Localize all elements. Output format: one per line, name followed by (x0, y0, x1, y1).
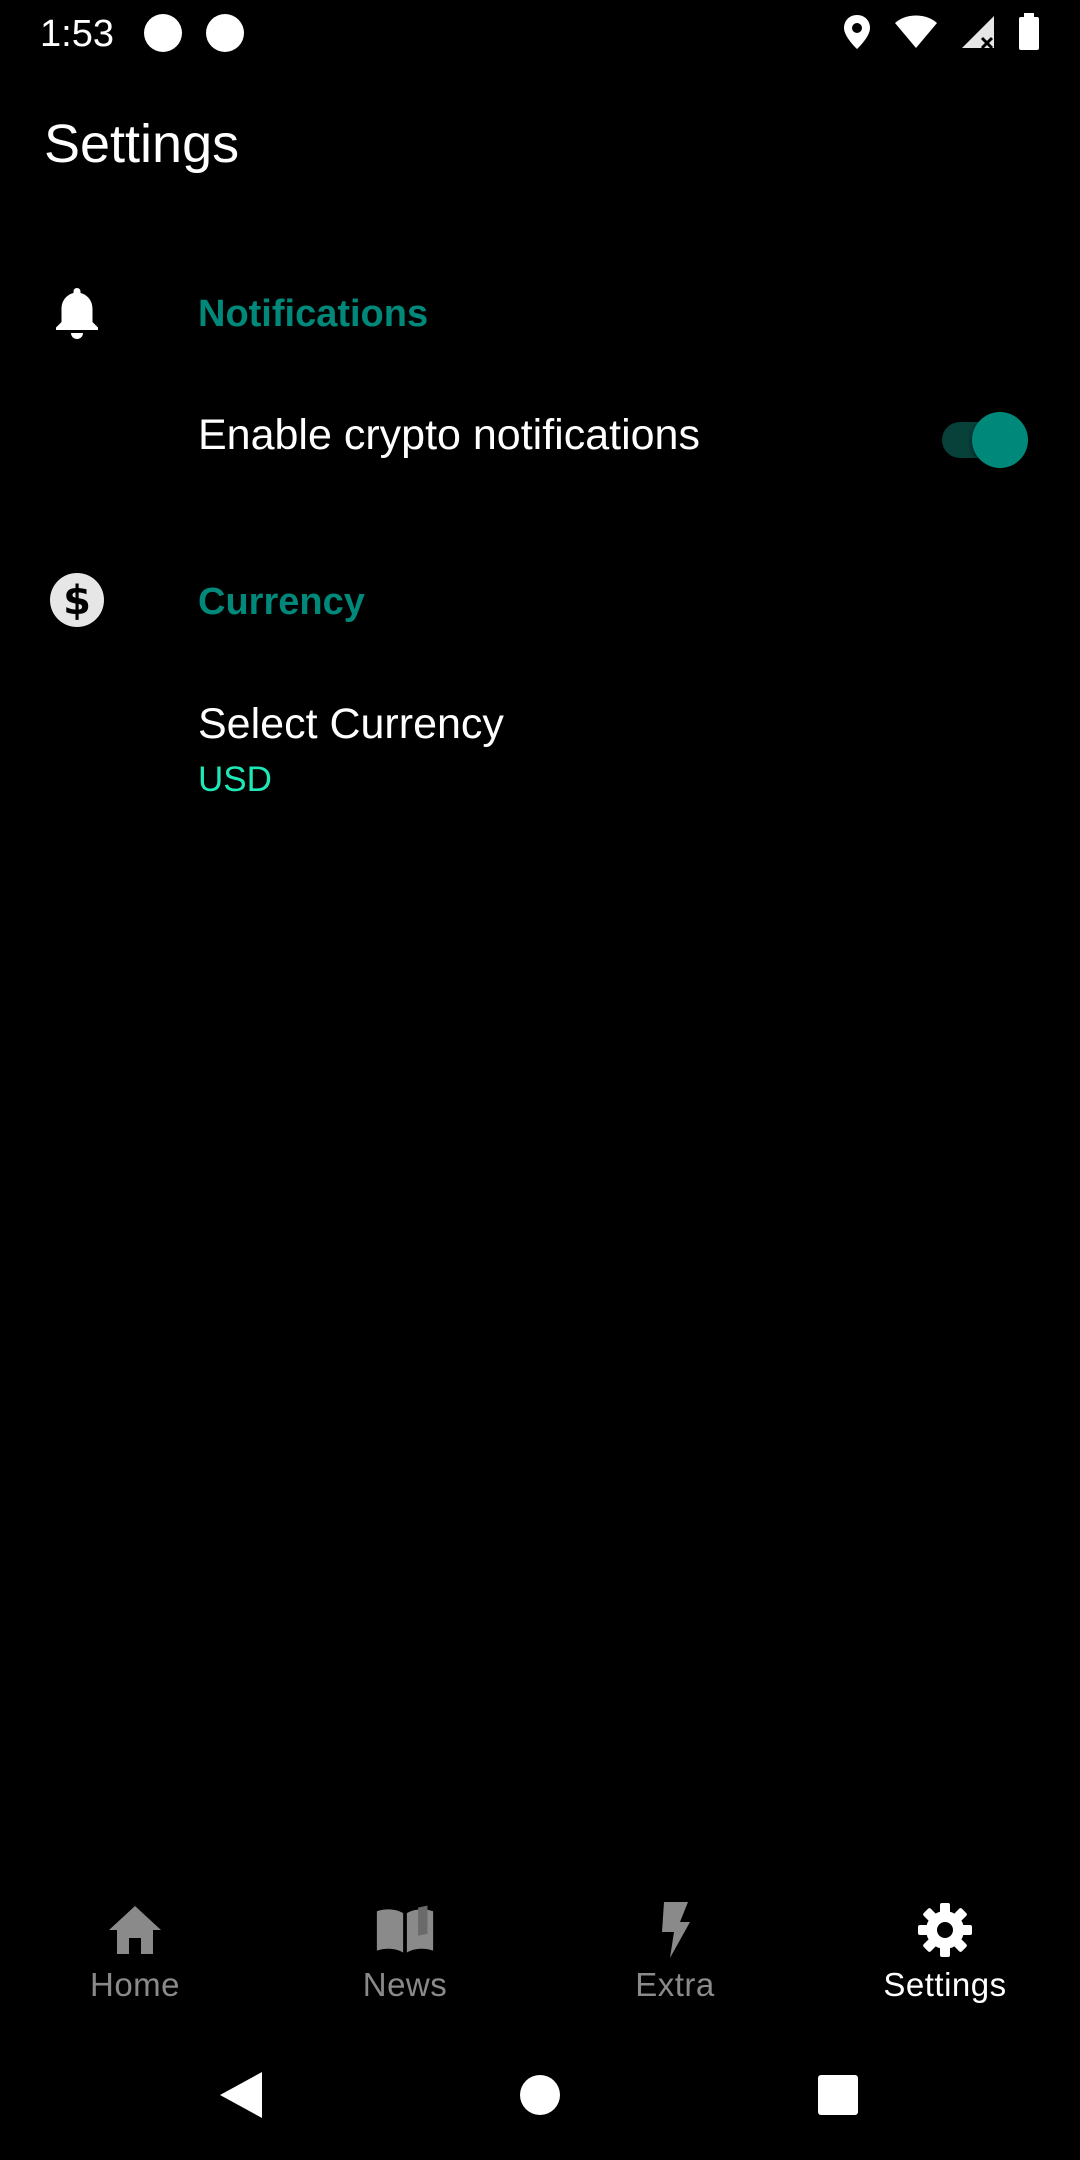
wifi-icon (894, 15, 938, 54)
section-title-notifications: Notifications (198, 293, 429, 335)
nav-label-home: Home (89, 1966, 181, 2003)
nav-item-settings[interactable]: Settings (810, 1880, 1080, 2030)
selected-currency-value: USD (198, 760, 272, 799)
nav-item-extra[interactable]: Extra (540, 1880, 810, 2030)
location-icon (842, 13, 872, 56)
home-icon (105, 1900, 165, 1960)
enable-notifications-label[interactable]: Enable crypto notifications (198, 408, 700, 462)
battery-icon (1018, 12, 1040, 56)
gear-icon (915, 1900, 975, 1960)
back-icon[interactable] (214, 2068, 268, 2122)
nav-item-home[interactable]: Home (0, 1880, 270, 2030)
section-title-currency: Currency (198, 581, 365, 623)
page-title: Settings (44, 114, 240, 174)
book-icon (375, 1900, 435, 1960)
nav-item-news[interactable]: News (270, 1880, 540, 2030)
svg-text:$: $ (63, 578, 91, 624)
nav-label-news: News (362, 1966, 448, 2003)
home-circle-icon[interactable] (513, 2068, 567, 2122)
status-time: 1:53 (40, 13, 114, 55)
recents-icon[interactable] (811, 2068, 865, 2122)
notification-dot-icon (144, 14, 182, 52)
notifications-toggle[interactable] (936, 408, 1028, 468)
notification-dot-icon (206, 14, 244, 52)
toggle-thumb (972, 412, 1028, 468)
nav-label-extra: Extra (635, 1966, 715, 2003)
bolt-icon (645, 1900, 705, 1960)
dollar-circle-icon: $ (48, 571, 106, 629)
select-currency-label[interactable]: Select Currency (198, 697, 504, 751)
signal-icon (960, 14, 996, 55)
nav-label-settings: Settings (883, 1966, 1007, 2003)
system-navigation-bar (0, 2050, 1080, 2140)
bottom-navigation: Home News Extra Settings (0, 1880, 1080, 2030)
bell-icon (48, 283, 106, 341)
status-icons (842, 12, 1040, 56)
